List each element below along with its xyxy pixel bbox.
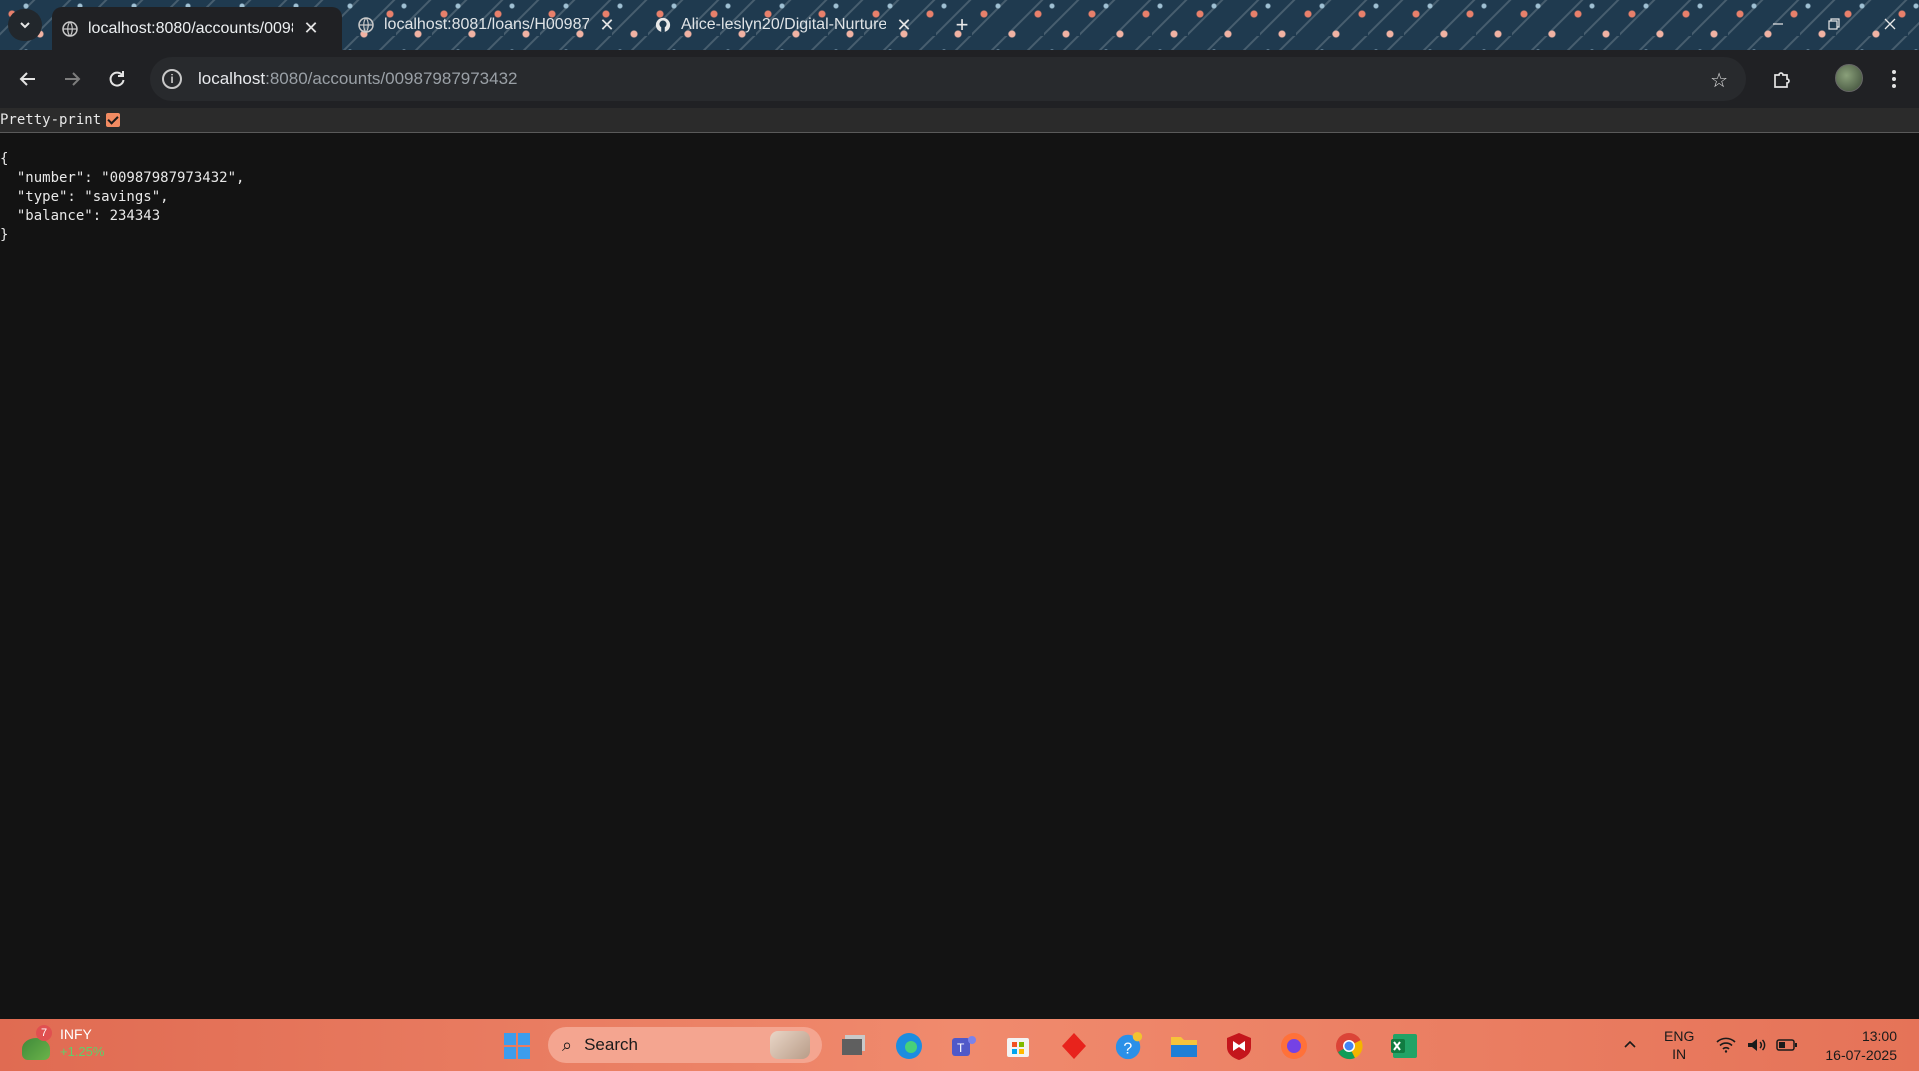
- diamond-icon: [1062, 1033, 1086, 1059]
- reload-button[interactable]: [101, 63, 133, 95]
- firefox-app[interactable]: [1279, 1031, 1309, 1061]
- stock-widget[interactable]: 7 INFY +1.25%: [22, 1025, 104, 1061]
- json-body: { "number": "00987987973432", "type": "s…: [0, 151, 245, 243]
- language-indicator[interactable]: ENG IN: [1664, 1019, 1694, 1071]
- folder-icon: [1171, 1037, 1197, 1057]
- volume-icon: [1748, 1039, 1766, 1051]
- chrome-icon: [1336, 1033, 1363, 1060]
- help-icon: ?: [1115, 1031, 1143, 1060]
- url-host: localhost: [198, 69, 266, 88]
- browser-toolbar: i localhost:8080/accounts/00987987973432…: [0, 50, 1919, 108]
- search-icon: ⌕: [562, 1034, 573, 1055]
- tab-github[interactable]: Alice-leslyn20/Digital-Nurture ✕: [645, 7, 935, 43]
- file-explorer-app[interactable]: [1169, 1031, 1199, 1061]
- profile-avatar[interactable]: [1835, 64, 1863, 92]
- github-icon: [655, 17, 671, 33]
- reload-icon: [109, 71, 125, 87]
- plant-icon: [22, 1038, 50, 1060]
- url-path: :8080/accounts/00987987973432: [265, 69, 518, 88]
- address-bar[interactable]: i localhost:8080/accounts/00987987973432…: [150, 57, 1746, 101]
- globe-icon: [62, 20, 78, 37]
- restore-icon: [1828, 18, 1840, 30]
- close-icon[interactable]: ✕: [894, 15, 914, 36]
- windows-icon: [504, 1033, 530, 1059]
- teams-icon: T: [952, 1036, 976, 1056]
- excel-app[interactable]: [1389, 1031, 1419, 1061]
- tab-strip: localhost:8080/accounts/00987987973432 ✕…: [0, 0, 1919, 50]
- url-text[interactable]: localhost:8080/accounts/00987987973432: [198, 69, 518, 89]
- wifi-icon: [1716, 1037, 1736, 1053]
- excel-icon: [1391, 1034, 1417, 1058]
- arrow-right-icon: [65, 72, 81, 86]
- store-icon: [1007, 1038, 1029, 1057]
- close-window-button[interactable]: [1862, 0, 1918, 48]
- chrome-app[interactable]: [1334, 1031, 1364, 1061]
- more-vert-icon: [1892, 70, 1896, 88]
- svg-text:T: T: [957, 1041, 965, 1055]
- lang-top: ENG: [1664, 1028, 1695, 1044]
- new-tab-button[interactable]: +: [950, 12, 974, 38]
- notification-badge: 7: [36, 1025, 52, 1041]
- tab-search-button[interactable]: [8, 9, 42, 41]
- clock[interactable]: 13:00 16-07-2025: [1825, 1027, 1897, 1065]
- close-icon: [1884, 18, 1896, 30]
- arrow-left-icon: [19, 72, 35, 86]
- forward-button[interactable]: [56, 63, 88, 95]
- task-view-button[interactable]: [839, 1031, 869, 1061]
- stock-symbol: INFY: [60, 1026, 92, 1042]
- puzzle-icon: [1774, 72, 1790, 88]
- store-app[interactable]: [1003, 1031, 1033, 1061]
- chevron-up-icon: [1624, 1040, 1636, 1048]
- mcafee-app[interactable]: [1224, 1031, 1254, 1061]
- shield-icon: [1227, 1033, 1251, 1060]
- menu-button[interactable]: [1878, 63, 1910, 95]
- tab-title: localhost:8081/loans/H00987987972342: [384, 16, 589, 33]
- svg-text:?: ?: [1123, 1041, 1132, 1058]
- taskbar-search[interactable]: ⌕ Search: [548, 1027, 822, 1063]
- pretty-print-checkbox[interactable]: [106, 113, 121, 127]
- help-app[interactable]: ?: [1114, 1031, 1144, 1061]
- close-icon[interactable]: ✕: [597, 15, 617, 36]
- start-button[interactable]: [502, 1031, 532, 1061]
- globe-icon: [358, 17, 374, 33]
- firefox-icon: [1281, 1033, 1307, 1059]
- system-tray-status[interactable]: [1716, 1019, 1798, 1071]
- task-view-icon: [842, 1035, 865, 1055]
- stock-change: +1.25%: [60, 1044, 105, 1059]
- teams-app[interactable]: T: [949, 1031, 979, 1061]
- diamond-app[interactable]: [1059, 1031, 1089, 1061]
- search-label: Search: [584, 1035, 638, 1054]
- pretty-print-bar: Pretty-print: [0, 108, 1919, 133]
- taskbar: 7 INFY +1.25% ⌕ Search T ? ENG IN 13:00 …: [0, 1019, 1919, 1071]
- pretty-print-label: Pretty-print: [0, 112, 102, 128]
- site-info-icon[interactable]: i: [162, 69, 182, 89]
- tab-accounts[interactable]: localhost:8080/accounts/00987987973432 ✕: [52, 7, 342, 50]
- lang-bottom: IN: [1672, 1046, 1687, 1062]
- restore-button[interactable]: [1806, 0, 1862, 48]
- edge-icon: [896, 1033, 922, 1059]
- battery-icon: [1776, 1039, 1797, 1051]
- clock-date: 16-07-2025: [1825, 1047, 1897, 1063]
- tab-loans[interactable]: localhost:8081/loans/H00987987972342 ✕: [348, 7, 638, 43]
- chevron-down-icon: [20, 22, 30, 29]
- tab-title: localhost:8080/accounts/00987987973432: [88, 19, 293, 37]
- clock-time: 13:00: [1861, 1028, 1897, 1044]
- tab-title: Alice-leslyn20/Digital-Nurture: [681, 16, 886, 33]
- back-button[interactable]: [12, 63, 44, 95]
- search-highlight-image: [770, 1031, 810, 1059]
- close-icon[interactable]: ✕: [301, 18, 321, 39]
- minimize-icon: [1773, 23, 1783, 25]
- extensions-button[interactable]: [1766, 63, 1798, 95]
- bookmark-star-icon[interactable]: ☆: [1710, 68, 1728, 93]
- minimize-button[interactable]: [1750, 0, 1806, 48]
- edge-app[interactable]: [894, 1031, 924, 1061]
- show-hidden-icons[interactable]: [1622, 1019, 1638, 1071]
